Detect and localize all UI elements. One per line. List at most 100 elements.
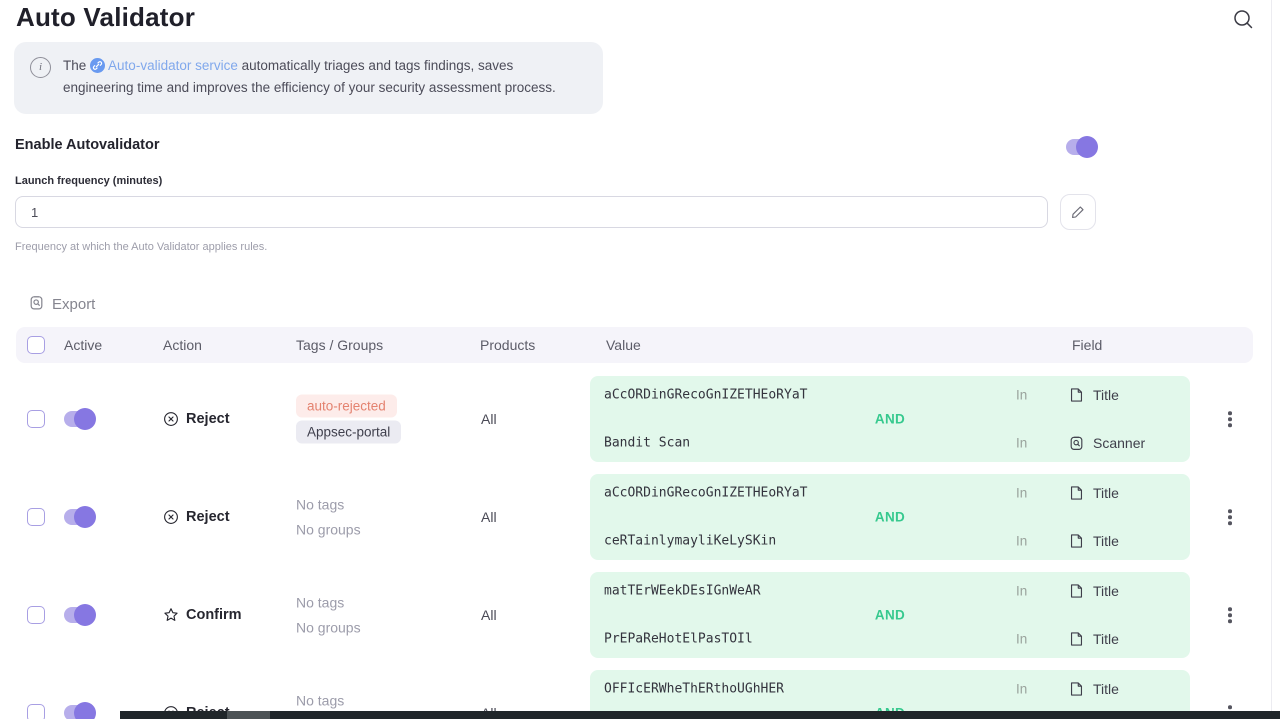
value-box: aCcORDinGRecoGnIZETHEoRYaT In Title AND …: [590, 474, 1190, 560]
info-icon: i: [30, 57, 51, 78]
pencil-icon: [1070, 204, 1086, 220]
row-active-toggle[interactable]: [64, 509, 94, 525]
field-label: Title: [1093, 631, 1119, 647]
action-label: Reject: [186, 411, 230, 427]
row-menu-kebab[interactable]: [1224, 407, 1236, 431]
tags-cell: No tagsNo groups: [296, 592, 361, 639]
condition: aCcORDinGRecoGnIZETHEoRYaT In Title: [590, 384, 1190, 406]
row-active-toggle[interactable]: [64, 705, 94, 719]
enable-autovalidator-toggle[interactable]: [1066, 139, 1096, 155]
table-row: Confirm No tagsNo groups All matTErWEekD…: [16, 566, 1253, 664]
title-field-icon: [1068, 485, 1085, 502]
row-checkbox[interactable]: [27, 508, 45, 526]
condition: ceRTainlymayliKeLySKin In Title: [590, 530, 1190, 552]
condition-value: PrEPaReHotElPasTOIl: [604, 632, 753, 647]
banner-text-before: The: [63, 58, 86, 73]
condition: Bandit Scan In Scanner: [590, 432, 1190, 454]
edit-frequency-button[interactable]: [1060, 194, 1096, 230]
table-row: Reject No tagsNo groups All aCcORDinGRec…: [16, 468, 1253, 566]
scanner-field-icon: [1068, 435, 1085, 452]
horizontal-scrollbar[interactable]: [120, 711, 1280, 719]
toggle-knob: [1076, 136, 1098, 158]
condition-line-top: OFFIcERWheThERthoUGhHER In Title: [590, 678, 1190, 700]
column-header-products: Products: [480, 337, 535, 353]
field-label: Title: [1093, 583, 1119, 599]
condition-match: In: [1016, 388, 1027, 403]
title-field-icon: [1068, 533, 1085, 550]
column-header-active: Active: [64, 337, 102, 353]
products-cell: All: [481, 607, 497, 623]
no-tags-label: No tags: [296, 592, 344, 614]
tags-cell: No tagsNo groups: [296, 494, 361, 541]
banner-text: The Auto-validator service automatically…: [63, 55, 583, 98]
tag-pill: auto-rejected: [296, 395, 397, 418]
condition-line-bottom: PrEPaReHotElPasTOIl In Title: [590, 628, 1190, 650]
condition-value: aCcORDinGRecoGnIZETHEoRYaT: [604, 388, 808, 403]
field-label: Scanner: [1093, 435, 1145, 451]
logic-operator: AND: [590, 510, 1190, 525]
column-header-tags: Tags / Groups: [296, 337, 383, 353]
field-label: Title: [1093, 533, 1119, 549]
scrollbar-thumb[interactable]: [227, 711, 270, 719]
select-all-checkbox[interactable]: [27, 336, 45, 354]
condition-match: In: [1016, 534, 1027, 549]
condition-line-top: aCcORDinGRecoGnIZETHEoRYaT In Title: [590, 384, 1190, 406]
reject-icon: [162, 410, 180, 428]
row-menu-kebab[interactable]: [1224, 603, 1236, 627]
action-cell: Reject: [162, 410, 230, 428]
action-label: Confirm: [186, 607, 242, 623]
row-checkbox[interactable]: [27, 704, 45, 719]
column-header-field: Field: [1072, 337, 1102, 353]
row-active-toggle[interactable]: [64, 411, 94, 427]
table-row: Reject auto-rejected Appsec-portal All aC…: [16, 370, 1253, 468]
column-header-action: Action: [163, 337, 202, 353]
condition-line-top: matTErWEekDEsIGnWeAR In Title: [590, 580, 1190, 602]
right-divider: [1271, 0, 1272, 711]
action-cell: Reject: [162, 508, 230, 526]
auto-validator-page: Auto Validator i The Auto-validator serv…: [0, 0, 1280, 719]
products-cell: All: [481, 411, 497, 427]
condition-value: aCcORDinGRecoGnIZETHEoRYaT: [604, 486, 808, 501]
condition-match: In: [1016, 486, 1027, 501]
logic-operator: AND: [590, 412, 1190, 427]
toggle-knob: [74, 702, 96, 719]
condition-match: In: [1016, 584, 1027, 599]
enable-autovalidator-label: Enable Autovalidator: [15, 137, 159, 153]
link-icon: [90, 58, 105, 73]
condition-value: OFFIcERWheThERthoUGhHER: [604, 682, 784, 697]
reject-icon: [162, 508, 180, 526]
row-checkbox[interactable]: [27, 410, 45, 428]
condition-line-bottom: Bandit Scan In Scanner: [590, 432, 1190, 454]
confirm-icon: [162, 606, 180, 624]
row-checkbox[interactable]: [27, 606, 45, 624]
logic-operator: AND: [590, 608, 1190, 623]
products-cell: All: [481, 509, 497, 525]
tag-pill: Appsec-portal: [296, 421, 401, 444]
table-rows: Reject auto-rejected Appsec-portal All aC…: [16, 370, 1253, 719]
condition: matTErWEekDEsIGnWeAR In Title: [590, 580, 1190, 602]
search-icon[interactable]: [1231, 7, 1255, 31]
auto-validator-service-link[interactable]: Auto-validator service: [108, 58, 238, 73]
condition-value: Bandit Scan: [604, 436, 690, 451]
export-button[interactable]: Export: [28, 294, 95, 315]
toggle-knob: [74, 604, 96, 626]
launch-frequency-input[interactable]: [15, 196, 1048, 228]
page-title: Auto Validator: [16, 2, 195, 33]
condition-line-top: aCcORDinGRecoGnIZETHEoRYaT In Title: [590, 482, 1190, 504]
condition-match: In: [1016, 632, 1027, 647]
title-field-icon: [1068, 681, 1085, 698]
title-field-icon: [1068, 583, 1085, 600]
action-label: Reject: [186, 509, 230, 525]
launch-frequency-label: Launch frequency (minutes): [15, 175, 162, 187]
condition: OFFIcERWheThERthoUGhHER In Title: [590, 678, 1190, 700]
row-menu-kebab[interactable]: [1224, 505, 1236, 529]
condition-match: In: [1016, 436, 1027, 451]
field-label: Title: [1093, 681, 1119, 697]
toggle-knob: [74, 506, 96, 528]
info-banner: i The Auto-validator service automatical…: [14, 42, 603, 114]
row-active-toggle[interactable]: [64, 607, 94, 623]
condition-value: ceRTainlymayliKeLySKin: [604, 534, 776, 549]
no-tags-label: No tags: [296, 690, 344, 712]
field-label: Title: [1093, 485, 1119, 501]
no-tags-label: No tags: [296, 494, 344, 516]
